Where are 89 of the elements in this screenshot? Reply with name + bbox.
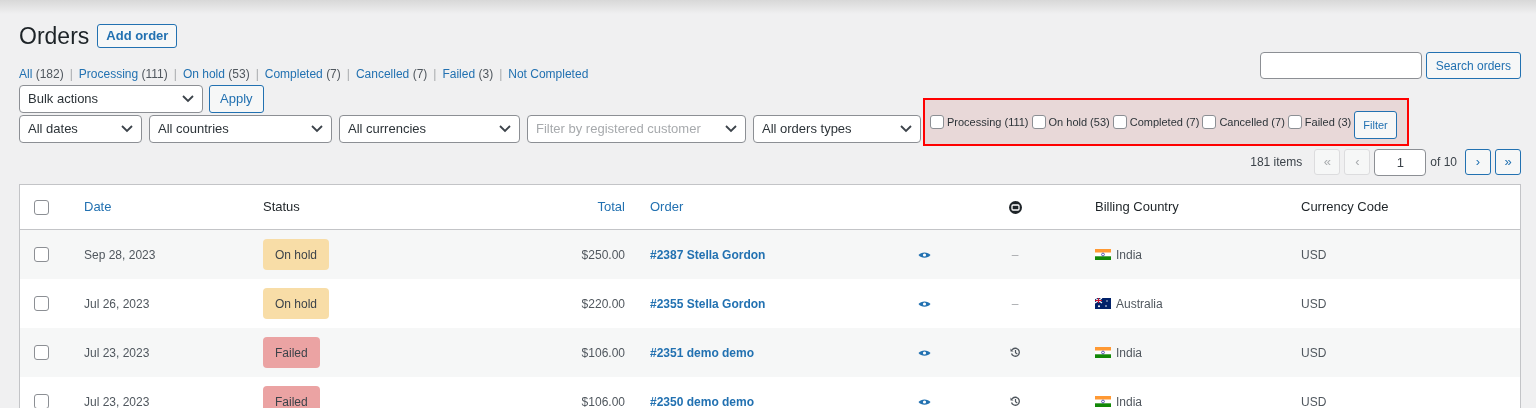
message-icon [1008, 200, 1022, 214]
column-header: Billing Country [1095, 199, 1179, 215]
checkbox-label: On hold (53) [1048, 114, 1110, 130]
item-count: 181 items [1250, 154, 1303, 171]
page-button[interactable]: › [1465, 149, 1491, 175]
row-checkbox[interactable] [34, 247, 49, 262]
chevron-icon [725, 125, 737, 133]
status-checkbox[interactable] [1287, 115, 1302, 129]
billing-country: India [1116, 344, 1143, 362]
separator: | [432, 66, 438, 83]
status-filter-link[interactable]: Processing (111) [78, 65, 168, 83]
status-checkbox[interactable] [930, 115, 944, 129]
order-link[interactable]: #2350 demo demo [650, 394, 755, 408]
eye-icon[interactable] [917, 348, 931, 357]
order-date: Jul 23, 2023 [84, 393, 151, 408]
order-total: $106.00 [580, 393, 625, 408]
search-field[interactable] [1259, 52, 1422, 79]
separator: | [345, 66, 351, 83]
history-icon [1009, 347, 1021, 358]
order-date: Jul 26, 2023 [84, 295, 151, 313]
dropdown[interactable]: All orders types [753, 115, 921, 143]
empty-value: – [1011, 246, 1019, 264]
add-order-button[interactable]: Add order [97, 24, 178, 48]
select-all-checkbox[interactable] [34, 199, 49, 215]
column-header: Status [263, 199, 300, 215]
chevron-icon [311, 125, 323, 133]
status-badge: On hold [263, 239, 330, 270]
row-checkbox[interactable] [34, 345, 49, 360]
status-checkbox[interactable] [1112, 115, 1127, 129]
chevron-icon [121, 125, 133, 133]
column-header[interactable]: Total [597, 199, 625, 215]
row-checkbox[interactable] [34, 394, 49, 408]
order-total: $106.00 [580, 344, 625, 362]
status-filter-link[interactable]: All (182) [19, 65, 64, 83]
separator: | [68, 66, 74, 83]
page-total: of 10 [1430, 154, 1457, 171]
status-badge: Failed [263, 386, 320, 408]
status-filter-link[interactable]: Cancelled (7) [355, 65, 428, 83]
billing-country: India [1116, 393, 1143, 408]
row-checkbox[interactable] [34, 296, 49, 311]
billing-country: India [1116, 246, 1143, 264]
order-date: Jul 23, 2023 [84, 344, 151, 362]
status-filter-link[interactable]: Not Completed [508, 65, 589, 83]
filter-button[interactable]: Filter [1354, 111, 1397, 139]
order-link[interactable]: #2387 Stella Gordon [650, 247, 766, 262]
eye-icon[interactable] [917, 397, 931, 406]
checkbox-label: Cancelled (7) [1219, 114, 1285, 130]
checkbox-label: Failed (3) [1304, 114, 1352, 130]
search-button[interactable]: Search orders [1425, 52, 1521, 79]
status-filter-link[interactable]: Failed (3) [442, 65, 494, 83]
currency-code: USD [1301, 345, 1327, 360]
status-badge: Failed [263, 337, 320, 368]
chevron-icon [182, 95, 194, 103]
chevron-icon [900, 125, 912, 133]
column-header[interactable]: Order [650, 199, 684, 215]
status-badge: On hold [263, 288, 330, 319]
checkbox-label: Completed (7) [1129, 114, 1200, 130]
column-header: Currency Code [1301, 199, 1389, 215]
empty-value: – [1011, 295, 1019, 313]
eye-icon[interactable] [917, 250, 931, 259]
dropdown[interactable]: All currencies [339, 115, 520, 143]
dropdown[interactable]: All dates [19, 115, 142, 143]
dropdown[interactable]: All countries [149, 115, 332, 143]
status-checkbox[interactable] [1202, 115, 1217, 129]
status-checkbox[interactable] [1031, 115, 1046, 129]
order-date: Sep 28, 2023 [84, 246, 157, 264]
order-total: $220.00 [580, 295, 625, 313]
order-link[interactable]: #2355 Stella Gordon [650, 296, 766, 311]
checkbox-label: Processing (111) [947, 114, 1029, 130]
dropdown[interactable]: Bulk actions [19, 85, 203, 113]
status-filter-link[interactable]: Completed (7) [264, 65, 341, 83]
currency-code: USD [1301, 296, 1327, 311]
order-link[interactable]: #2351 demo demo [650, 345, 755, 360]
history-icon [1009, 396, 1021, 407]
page-title: Orders [19, 21, 90, 51]
separator: | [254, 66, 260, 83]
page-number-field[interactable]: 1 [1374, 148, 1427, 176]
currency-code: USD [1301, 394, 1327, 408]
column-header[interactable]: Date [84, 199, 112, 215]
status-filter-link[interactable]: On hold (53) [182, 65, 250, 83]
order-total: $250.00 [580, 246, 625, 264]
chevron-icon [499, 125, 511, 133]
eye-icon[interactable] [917, 299, 931, 308]
billing-country: Australia [1116, 295, 1163, 313]
apply-button[interactable]: Apply [209, 85, 264, 113]
page-button[interactable]: » [1495, 149, 1521, 175]
currency-code: USD [1301, 247, 1327, 262]
separator: | [172, 66, 178, 83]
separator: | [498, 66, 504, 83]
